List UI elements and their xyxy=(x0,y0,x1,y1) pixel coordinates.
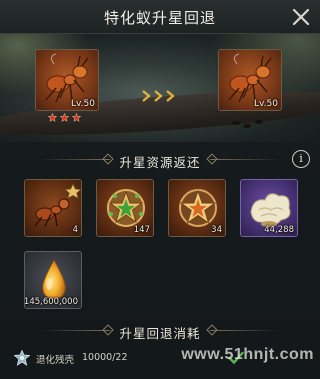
close-icon xyxy=(292,8,310,26)
star-icon xyxy=(60,113,69,122)
watermark: www.51hnjt.com xyxy=(181,346,314,363)
background-ant xyxy=(243,124,251,128)
item-quantity: 34 xyxy=(211,225,222,235)
shell-crystal-icon xyxy=(14,350,30,366)
item-quantity: 4 xyxy=(72,225,78,235)
info-icon: i xyxy=(299,152,303,165)
ant-level: Lv.50 xyxy=(71,99,95,109)
return-item[interactable]: 4 xyxy=(24,179,82,237)
info-button[interactable]: i xyxy=(292,150,310,168)
divider-ornament xyxy=(210,330,280,331)
cost-item-value: 10000/22 xyxy=(82,352,128,363)
background-ant xyxy=(232,121,240,125)
item-quantity: 147 xyxy=(133,225,150,235)
background-ant xyxy=(255,120,263,124)
return-item[interactable]: 34 xyxy=(168,179,226,237)
item-quantity: 44,288 xyxy=(264,225,294,235)
cost-item-label: 退化残壳 xyxy=(36,355,75,366)
star-icon xyxy=(48,113,57,122)
divider-ornament xyxy=(210,159,280,160)
panel-title: 特化蚁升星回退 xyxy=(103,9,216,27)
chevron-right-icon xyxy=(154,90,163,102)
ant-card-before[interactable]: Lv.50 xyxy=(35,49,99,111)
returns-section-header: 升星资源返还 xyxy=(0,149,320,171)
close-button[interactable] xyxy=(290,6,312,28)
cost-row: 退化残壳 10000/22 www.51hnjt.com xyxy=(0,342,320,379)
transition-arrows xyxy=(142,90,177,102)
returns-title: 升星资源返还 xyxy=(119,155,201,170)
return-item[interactable]: 145,600,000 xyxy=(24,251,82,309)
cost-title: 升星回退消耗 xyxy=(119,326,201,341)
item-quantity: 145,600,000 xyxy=(24,297,78,307)
cost-section-header: 升星回退消耗 xyxy=(0,320,320,342)
chevron-right-icon xyxy=(166,90,175,102)
return-item[interactable]: 147 xyxy=(96,179,154,237)
rollback-panel: 特化蚁升星回退 Lv.50 Lv.50 升星资源返还 i 4 147 34 44… xyxy=(0,0,320,379)
ant-level: Lv.50 xyxy=(254,99,278,109)
star-icon xyxy=(72,113,81,122)
title-bar: 特化蚁升星回退 xyxy=(0,0,320,34)
star-rating-before xyxy=(48,113,81,122)
return-item[interactable]: 44,288 xyxy=(240,179,298,237)
ant-card-after[interactable]: Lv.50 xyxy=(218,49,282,111)
chevron-right-icon xyxy=(142,90,151,102)
